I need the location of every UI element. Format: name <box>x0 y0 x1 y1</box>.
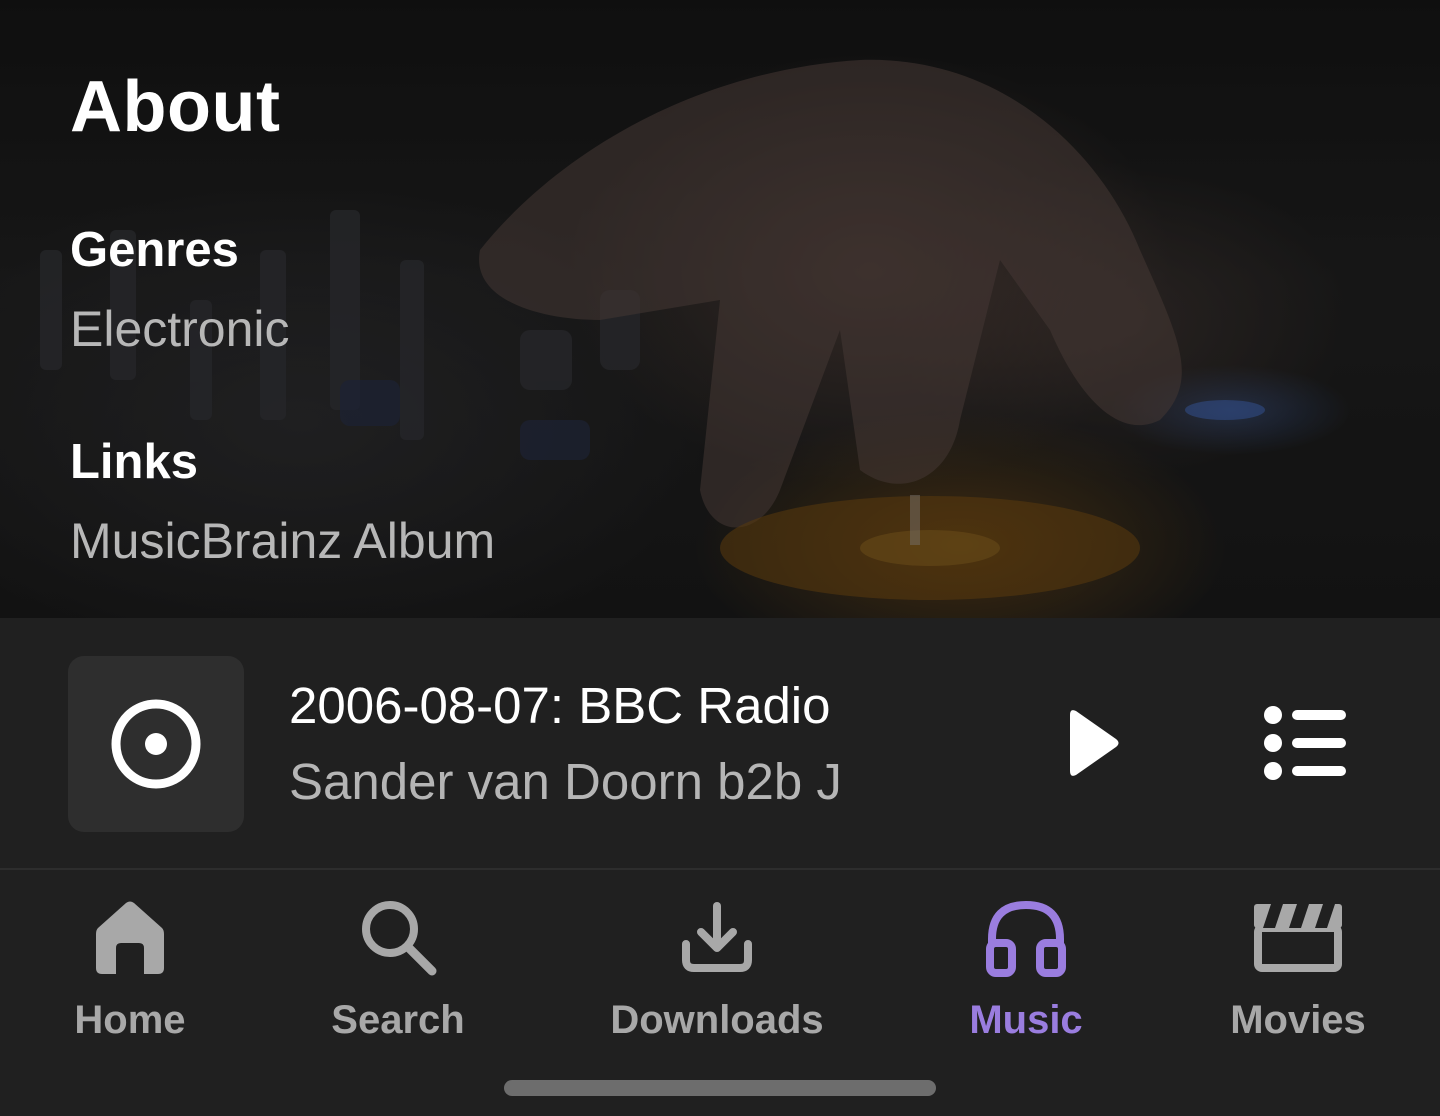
home-icon <box>80 894 180 980</box>
genres-label: Genres <box>70 223 239 277</box>
about-title: About <box>70 67 281 147</box>
play-icon <box>1070 710 1119 776</box>
tab-search[interactable]: Search <box>298 870 498 1060</box>
queue-list-icon <box>1264 706 1346 780</box>
clapperboard-icon <box>1248 894 1348 980</box>
tab-downloads-label: Downloads <box>610 998 824 1042</box>
tab-music-label: Music <box>969 998 1083 1042</box>
app-screen: About Genres Electronic Links MusicBrain… <box>0 0 1440 1116</box>
tab-movies[interactable]: Movies <box>1198 870 1398 1060</box>
track-title: 2006-08-07: BBC Radio <box>289 677 831 734</box>
tab-downloads[interactable]: Downloads <box>590 870 844 1060</box>
tab-home-label: Home <box>74 998 186 1042</box>
download-icon <box>667 894 767 980</box>
about-section: About Genres Electronic Links MusicBrain… <box>0 0 1440 618</box>
tab-search-label: Search <box>331 998 465 1042</box>
tab-music[interactable]: Music <box>926 870 1126 1060</box>
musicbrainz-album-link[interactable]: MusicBrainz Album <box>70 512 495 570</box>
track-artist: Sander van Doorn b2b J <box>289 753 842 810</box>
tab-home[interactable]: Home <box>30 870 230 1060</box>
genres-value: Electronic <box>70 301 290 357</box>
tab-movies-label: Movies <box>1230 998 1366 1042</box>
headphones-icon <box>976 894 1076 980</box>
links-label: Links <box>70 435 198 489</box>
play-button[interactable] <box>1050 698 1136 788</box>
album-cover[interactable] <box>68 656 244 832</box>
home-indicator[interactable] <box>504 1080 936 1096</box>
queue-button[interactable] <box>1250 698 1360 788</box>
mini-player[interactable]: 2006-08-07: BBC Radio Sander van Doorn b… <box>0 618 1440 869</box>
disc-icon <box>111 699 201 789</box>
search-icon <box>348 894 448 980</box>
